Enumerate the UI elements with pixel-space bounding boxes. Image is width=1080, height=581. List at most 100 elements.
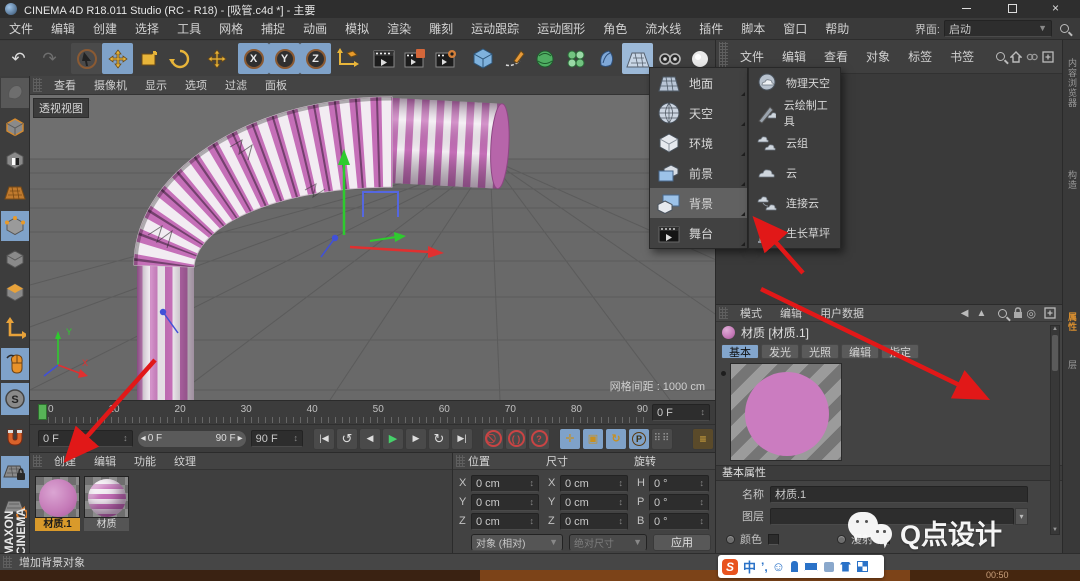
ime-toolbar[interactable]: S 中 ʼ, ☺ [718, 555, 884, 578]
ime-keyboard-icon[interactable] [804, 562, 818, 571]
key-parameter-toggle[interactable]: P [628, 428, 650, 450]
panel-grip[interactable] [719, 307, 728, 319]
attribute-scrollbar[interactable]: ▲ ▼ [1050, 325, 1060, 535]
om-menu-objects[interactable]: 对象 [857, 48, 899, 65]
frame-box[interactable]: 0 F↕ [652, 404, 710, 421]
ime-emoji-icon[interactable]: ☺ [772, 559, 785, 574]
material-preview-large[interactable] [730, 363, 842, 461]
stepper-icon[interactable]: ↕ [294, 434, 299, 443]
name-input[interactable]: 材质.1 [770, 486, 1028, 503]
vp-menu-display[interactable]: 显示 [136, 77, 176, 93]
texture-mode-tool[interactable] [1, 145, 29, 175]
attr-target-icon[interactable]: ◎ [1026, 307, 1036, 320]
undo-button[interactable]: ↶ [3, 43, 34, 74]
om-menu-bookmarks[interactable]: 书签 [941, 48, 983, 65]
tab-basic[interactable]: 基本 [721, 344, 759, 359]
attr-add-icon[interactable] [1042, 305, 1058, 321]
timeline[interactable]: 0 10 20 30 40 50 60 70 80 90 0 F↕ [30, 400, 715, 424]
last-tool[interactable] [201, 43, 232, 74]
attr-lock-icon[interactable] [1010, 305, 1026, 321]
attr-forward-icon[interactable]: ▲ [976, 308, 986, 319]
menu-character[interactable]: 角色 [594, 20, 636, 37]
menu-item-physical-sky[interactable]: 物理天空 [749, 68, 840, 98]
menu-item-floor[interactable]: 地面 [650, 68, 747, 98]
viewport-canvas[interactable]: Y X 透视视图 网格间距 : 1000 cm [30, 95, 715, 400]
workplane-snap-tool[interactable] [1, 456, 29, 488]
menu-pipeline[interactable]: 流水线 [636, 20, 690, 37]
color-checkbox[interactable] [768, 534, 779, 545]
pos-z-field[interactable]: 0 cm↕ [471, 513, 539, 530]
menu-file[interactable]: 文件 [0, 20, 42, 37]
mat-menu-create[interactable]: 创建 [45, 453, 85, 469]
record-keyframe-button[interactable]: ⃠ [482, 428, 504, 450]
minimize-button[interactable] [962, 8, 971, 9]
menu-sculpt[interactable]: 雕刻 [420, 20, 462, 37]
panel-grip[interactable] [456, 455, 465, 467]
tab-illumination[interactable]: 光照 [801, 344, 839, 359]
tab-content-browser[interactable]: 内容浏览器 [1067, 58, 1076, 108]
close-button[interactable]: × [1052, 1, 1059, 15]
menu-snap[interactable]: 捕捉 [252, 20, 294, 37]
end-frame-field[interactable]: 90 F↕ [251, 430, 303, 447]
menu-item-sky[interactable]: 天空 [650, 98, 747, 128]
coordinate-system-button[interactable] [331, 43, 362, 74]
redo-button[interactable]: ↷ [34, 43, 65, 74]
lock-x-axis[interactable]: X [238, 43, 269, 74]
scroll-thumb[interactable] [1052, 335, 1058, 371]
add-deformer-button[interactable] [591, 43, 622, 74]
menu-animate[interactable]: 动画 [294, 20, 336, 37]
size-mode-dropdown[interactable]: 绝对尺寸▼ [569, 534, 647, 551]
menu-item-environment[interactable]: 环境 [650, 128, 747, 158]
add-generator-button[interactable] [529, 43, 560, 74]
tab-attributes[interactable]: 属性 [1067, 312, 1076, 332]
menu-edit[interactable]: 编辑 [42, 20, 84, 37]
basic-properties-header[interactable]: 基本属性 [716, 465, 1062, 481]
ime-skin-icon[interactable] [840, 562, 851, 572]
tab-editor[interactable]: 编辑 [841, 344, 879, 359]
material-preview-thumb[interactable] [35, 476, 80, 518]
play-backwards-button[interactable]: ↺ [336, 428, 358, 450]
edges-mode-tool[interactable] [1, 244, 29, 274]
next-frame-button[interactable]: ▶ [405, 428, 427, 450]
menu-render[interactable]: 渲染 [378, 20, 420, 37]
material-preview-thumb[interactable] [84, 476, 129, 518]
om-add-panel-icon[interactable] [1040, 49, 1056, 65]
size-y-field[interactable]: 0 cm↕ [560, 494, 628, 511]
vp-menu-camera[interactable]: 摄像机 [85, 77, 136, 93]
axis-mode-tool[interactable] [1, 313, 29, 345]
panel-grip[interactable] [33, 455, 42, 467]
ime-mic-icon[interactable] [791, 561, 798, 572]
stepper-icon[interactable]: ↕ [701, 408, 706, 417]
menu-item-background[interactable]: 背景 [650, 188, 747, 218]
om-menu-tags[interactable]: 标签 [899, 48, 941, 65]
mat-menu-texture[interactable]: 纹理 [165, 453, 205, 469]
layout-select[interactable]: 启动 ▼ [944, 20, 1052, 37]
tab-luminance[interactable]: 发光 [761, 344, 799, 359]
om-home-icon[interactable] [1008, 49, 1024, 65]
workplane-mode-tool[interactable] [1, 178, 29, 208]
sogou-logo-icon[interactable]: S [722, 559, 738, 575]
vp-menu-options[interactable]: 选项 [176, 77, 216, 93]
add-mograph-button[interactable] [560, 43, 591, 74]
render-picture-viewer-button[interactable] [399, 43, 430, 74]
previous-frame-button[interactable]: ◀ [359, 428, 381, 450]
live-selection-tool[interactable] [71, 43, 102, 74]
ime-handwriting-icon[interactable] [824, 562, 834, 572]
straw-vertical-tube[interactable] [137, 253, 194, 400]
ime-mode-chinese[interactable]: 中 [743, 557, 756, 576]
current-frame-field[interactable]: 0 F↕ [38, 430, 133, 447]
attr-menu-userdata[interactable]: 用户数据 [811, 305, 873, 321]
polygons-mode-tool[interactable] [1, 277, 29, 307]
maximize-button[interactable] [1008, 4, 1017, 13]
scroll-down-icon[interactable]: ▼ [1051, 527, 1059, 534]
scale-tool[interactable] [133, 43, 164, 74]
menu-item-stage[interactable]: 舞台 [650, 218, 747, 248]
material-item-1[interactable]: 材质.1 [35, 476, 80, 531]
stepper-icon[interactable]: ↕ [123, 434, 128, 443]
menu-select[interactable]: 选择 [126, 20, 168, 37]
rot-h-field[interactable]: 0 °↕ [649, 475, 709, 492]
keyframe-help-button[interactable]: ? [528, 428, 550, 450]
pos-y-field[interactable]: 0 cm↕ [471, 494, 539, 511]
attr-search-icon[interactable] [994, 305, 1010, 321]
menu-item-cloud-group[interactable]: 云组 [749, 128, 840, 158]
